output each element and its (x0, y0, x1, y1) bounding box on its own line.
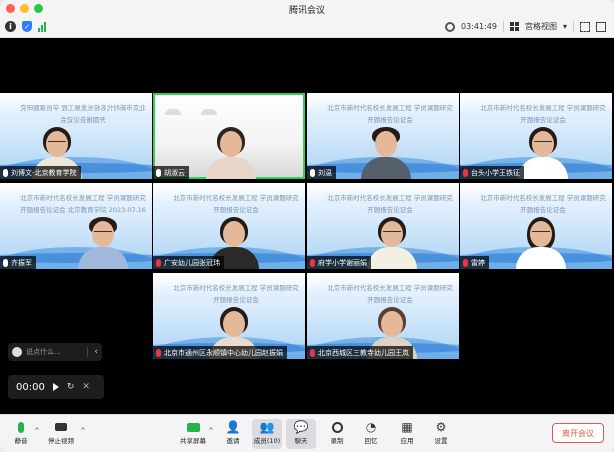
chat-button[interactable]: 💬 聊天 (286, 419, 316, 449)
chevron-up-icon[interactable]: ^ (80, 427, 86, 435)
network-signal-icon[interactable] (38, 21, 46, 32)
camera-icon (55, 419, 67, 435)
participant-tile[interactable]: 北京市新时代名校长发展工程 学员课题研究开题报告论证会 北京西城区三教寺幼儿园王… (307, 273, 459, 359)
minimize-window-button[interactable] (20, 4, 29, 13)
meeting-toolbar: 静音 ^ 停止视频 ^ 共享屏幕 ^ 👤 邀请 👥 成员(10) 💬 聊天 录制 (0, 414, 614, 452)
info-icon[interactable]: i (5, 21, 16, 32)
record-time: 00:00 (16, 381, 45, 393)
microphone-icon (156, 168, 161, 177)
participant-video (516, 207, 566, 269)
expand-window-icon[interactable] (596, 21, 606, 32)
invite-button[interactable]: 👤 邀请 (218, 419, 248, 449)
participant-name-tag: 台头小学王铁征 (460, 166, 524, 179)
share-screen-icon (186, 419, 200, 435)
participant-name-tag: 齐振军 (0, 256, 36, 269)
stop-video-button[interactable]: 停止视频 (46, 419, 76, 449)
microphone-icon (3, 258, 8, 267)
participant-tile[interactable]: 北京市新时代名校长发展工程 学员课题研究开题报告论证会 府学小学谢丽娟 (307, 183, 459, 269)
review-icon: ◔ (365, 420, 377, 434)
microphone-muted-icon (463, 258, 468, 267)
grid-view-icon[interactable] (509, 22, 519, 31)
chat-input-placeholder[interactable]: 说点什么... (26, 347, 61, 357)
replay-icon[interactable]: ↻ (67, 382, 75, 392)
microphone-muted-icon (463, 168, 468, 177)
participant-name-tag: 北京市通州区永顺镇中心幼儿园赵振娟 (153, 346, 287, 359)
microphone-muted-icon (310, 258, 315, 267)
microphone-icon (3, 168, 8, 177)
apps-grid-icon: ▦ (401, 420, 413, 434)
participant-video (78, 207, 128, 269)
zoom-window-button[interactable] (34, 4, 43, 13)
fullscreen-icon[interactable] (580, 21, 590, 32)
microphone-icon (18, 419, 24, 435)
participant-tile[interactable]: 北京市新时代名校长发展工程 学员课题研究开题报告论证会 广安幼儿园张冠玮 (153, 183, 305, 269)
participant-name-tag: 府学小学谢丽娟 (307, 256, 371, 269)
leave-meeting-button[interactable]: 离开会议 (552, 423, 604, 443)
window-title: 腾讯会议 (288, 5, 325, 16)
share-screen-button[interactable]: 共享屏幕 (178, 419, 208, 449)
members-icon: 👥 (259, 420, 275, 434)
participant-video (206, 117, 256, 179)
microphone-muted-icon (310, 348, 315, 357)
microphone-icon (310, 168, 315, 177)
add-user-icon: 👤 (225, 420, 241, 434)
clock-icon (445, 21, 456, 32)
chat-bubble-icon: 💬 (293, 420, 309, 434)
window-controls (6, 4, 43, 13)
quick-chat-bar[interactable]: 说点什么... ‹ (8, 343, 102, 361)
participant-name-tag: 雷婷 (460, 256, 489, 269)
meeting-window: 腾讯会议 i ✓ 03:41:49 宫格视图 ▾ 北京市新时代名校长发展工程 学… (0, 0, 614, 452)
participant-tile[interactable]: 北京市新时代名校长发展工程 学员课题研究开题报告论证会 刘温 (307, 93, 459, 179)
play-icon[interactable] (52, 383, 59, 391)
participant-tile[interactable]: 北京市新时代名校长发展工程 学员课题研究开题报告论证会 刘博文-北京教育学院 (0, 93, 152, 179)
close-window-button[interactable] (6, 4, 15, 13)
participant-video (361, 117, 411, 179)
chevron-up-icon[interactable]: ^ (208, 427, 214, 435)
members-button[interactable]: 👥 成员(10) (252, 419, 282, 449)
title-bar: 腾讯会议 (0, 0, 614, 18)
participant-name-tag: 刘博文-北京教育学院 (0, 166, 81, 179)
meeting-timer: 03:41:49 (461, 22, 497, 31)
participant-tile[interactable]: 北京市新时代名校长发展工程 学员课题研究开题报告论证会 北京教育学院 2023.… (0, 183, 152, 269)
participant-name-tag: 广安幼儿园张冠玮 (153, 256, 224, 269)
participant-video (367, 207, 417, 269)
participant-tile[interactable]: 北京市新时代名校长发展工程 学员课题研究开题报告论证会 北京市通州区永顺镇中心幼… (153, 273, 305, 359)
view-mode-button[interactable]: 宫格视图 (525, 21, 557, 32)
chevron-down-icon[interactable]: ▾ (563, 22, 567, 31)
participant-tile[interactable]: 北京市新时代名校长发展工程 学员课题研究开题报告论证会 雷婷 (460, 183, 612, 269)
record-icon (331, 419, 343, 435)
record-button[interactable]: 录制 (322, 419, 352, 449)
participant-tile-active-speaker[interactable]: 胡淑云 (153, 93, 305, 179)
microphone-muted-icon (156, 348, 161, 357)
close-icon[interactable]: ✕ (82, 382, 90, 392)
participant-tile[interactable]: 北京市新时代名校长发展工程 学员课题研究开题报告论证会 台头小学王铁征 (460, 93, 612, 179)
security-shield-icon[interactable]: ✓ (22, 21, 32, 32)
emoji-icon[interactable] (12, 347, 22, 357)
gear-icon: ⚙ (435, 420, 447, 434)
mute-button[interactable]: 静音 (6, 419, 36, 449)
microphone-muted-icon (156, 258, 161, 267)
review-button[interactable]: ◔ 回忆 (356, 419, 386, 449)
participant-name-tag: 北京西城区三教寺幼儿园王岚 (307, 346, 413, 359)
chevron-left-icon[interactable]: ‹ (87, 347, 98, 357)
audio-record-widget: 00:00 ↻ ✕ (8, 375, 104, 399)
settings-button[interactable]: ⚙ 设置 (426, 419, 456, 449)
apps-button[interactable]: ▦ 应用 (392, 419, 422, 449)
participant-video (518, 117, 568, 179)
meeting-status-bar: i ✓ 03:41:49 宫格视图 ▾ (0, 18, 614, 38)
participant-name-tag: 胡淑云 (153, 166, 189, 179)
chevron-up-icon[interactable]: ^ (34, 427, 40, 435)
participant-name-tag: 刘温 (307, 166, 336, 179)
